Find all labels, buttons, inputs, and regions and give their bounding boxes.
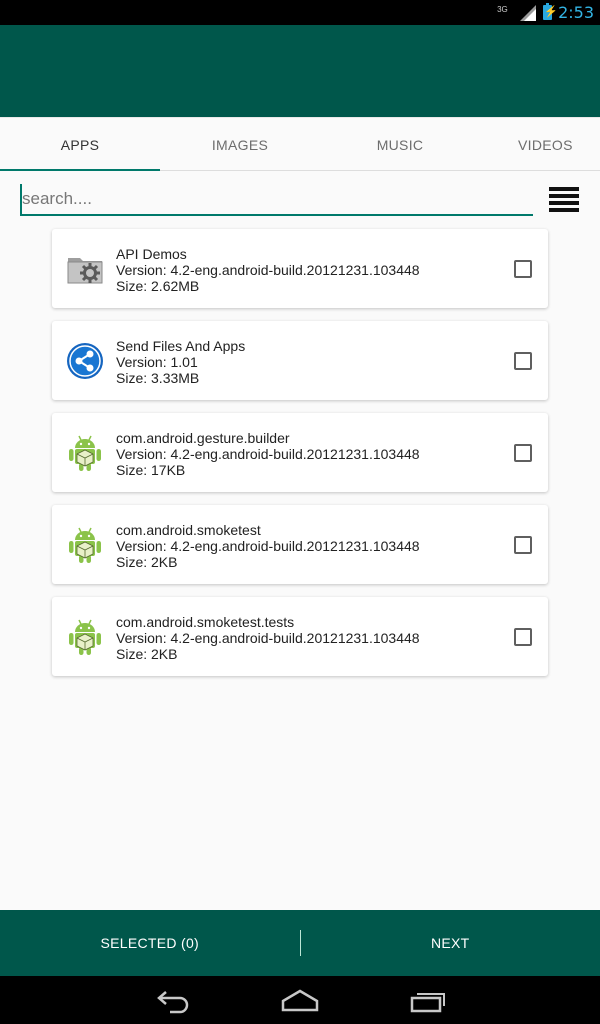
status-icons: 3G ⚡ 2:53: [497, 3, 594, 22]
app-size: Size: 2.62MB: [116, 278, 200, 294]
app-version: Version: 4.2-eng.android-build.20121231.…: [116, 630, 420, 646]
bottom-action-bar: SELECTED (0) NEXT: [0, 910, 600, 976]
list-item[interactable]: com.android.smoketest.tests Version: 4.2…: [52, 597, 548, 676]
list-icon[interactable]: [549, 187, 579, 213]
tab-bar: APPS IMAGES MUSIC VIDEOS: [0, 117, 600, 171]
android-robot-icon: [66, 526, 104, 564]
app-bar: [0, 25, 600, 117]
app-size: Size: 2KB: [116, 646, 178, 662]
next-button[interactable]: NEXT: [301, 910, 600, 976]
android-robot-icon: [66, 618, 104, 656]
system-nav-bar: [0, 976, 600, 1024]
app-name: com.android.gesture.builder: [116, 430, 290, 446]
divider: [299, 930, 301, 956]
app-size: Size: 3.33MB: [116, 370, 200, 386]
app-details: API Demos Version: 4.2-eng.android-build…: [116, 246, 420, 294]
search-field: [20, 184, 533, 216]
app-version: Version: 4.2-eng.android-build.20121231.…: [116, 446, 420, 462]
status-bar: 3G ⚡ 2:53: [0, 0, 600, 25]
share-icon: [66, 342, 104, 380]
select-checkbox[interactable]: [514, 352, 532, 370]
signal-icon: 3G: [497, 4, 537, 22]
battery-charging-icon: ⚡: [543, 3, 558, 20]
app-details: com.android.gesture.builder Version: 4.2…: [116, 430, 420, 478]
select-checkbox[interactable]: [514, 260, 532, 278]
app-version: Version: 4.2-eng.android-build.20121231.…: [116, 538, 420, 554]
recent-apps-icon[interactable]: [408, 986, 448, 1014]
back-icon[interactable]: [152, 986, 192, 1014]
android-robot-icon: [66, 434, 104, 472]
tab-videos[interactable]: VIDEOS: [480, 118, 600, 170]
selected-count-button[interactable]: SELECTED (0): [0, 910, 300, 976]
app-name: com.android.smoketest: [116, 522, 261, 538]
app-size: Size: 2KB: [116, 554, 178, 570]
tab-music[interactable]: MUSIC: [320, 118, 480, 170]
clock: 2:53: [558, 3, 594, 22]
app-details: com.android.smoketest.tests Version: 4.2…: [116, 614, 420, 662]
app-size: Size: 17KB: [116, 462, 186, 478]
app-version: Version: 1.01: [116, 354, 198, 370]
select-checkbox[interactable]: [514, 628, 532, 646]
select-checkbox[interactable]: [514, 444, 532, 462]
app-list: API Demos Version: 4.2-eng.android-build…: [52, 229, 548, 689]
app-version: Version: 4.2-eng.android-build.20121231.…: [116, 262, 420, 278]
list-item[interactable]: com.android.gesture.builder Version: 4.2…: [52, 413, 548, 492]
app-name: API Demos: [116, 246, 187, 262]
select-checkbox[interactable]: [514, 536, 532, 554]
tab-images[interactable]: IMAGES: [160, 118, 320, 170]
list-item[interactable]: com.android.smoketest Version: 4.2-eng.a…: [52, 505, 548, 584]
app-details: Send Files And Apps Version: 1.01 Size: …: [116, 338, 245, 386]
settings-folder-icon: [66, 250, 104, 288]
list-item[interactable]: API Demos Version: 4.2-eng.android-build…: [52, 229, 548, 308]
list-item[interactable]: Send Files And Apps Version: 1.01 Size: …: [52, 321, 548, 400]
tab-apps[interactable]: APPS: [0, 118, 160, 171]
app-details: com.android.smoketest Version: 4.2-eng.a…: [116, 522, 420, 570]
app-name: Send Files And Apps: [116, 338, 246, 354]
app-name: com.android.smoketest.tests: [116, 614, 295, 630]
network-type: 3G: [497, 4, 508, 14]
search-input[interactable]: [20, 184, 533, 214]
home-icon[interactable]: [280, 986, 320, 1014]
